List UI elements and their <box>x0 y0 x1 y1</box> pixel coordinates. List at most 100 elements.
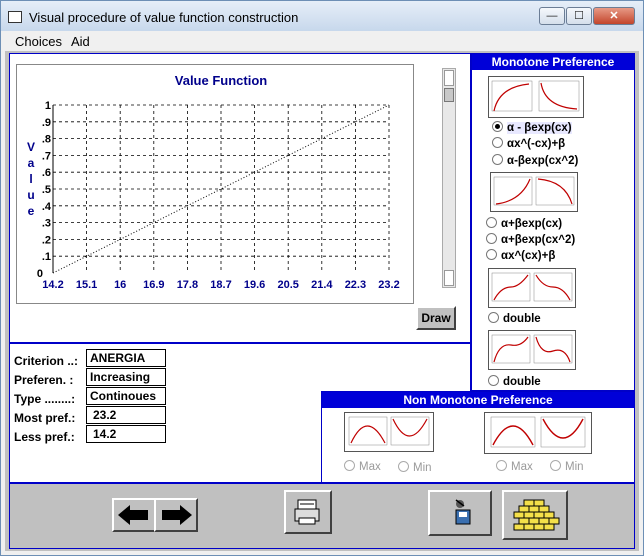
monotone-panel: Monotone Preference α - βexp(cx) αx^(-cx… <box>471 53 635 391</box>
y-tick-label: .9 <box>42 117 51 129</box>
option-a-minus-bexp[interactable]: α - βexp(cx) <box>492 121 572 134</box>
scroll-down-arrow[interactable] <box>444 270 454 286</box>
non-monotone-panel: Non Monotone Preference Max Min Max Min <box>321 391 635 483</box>
option-a-plus-bexp-cx2[interactable]: α+βexp(cx^2) <box>486 233 575 246</box>
curve-thumb-group-1[interactable] <box>488 76 584 118</box>
back-button[interactable] <box>112 498 156 532</box>
non-monotone-thumb-left[interactable] <box>344 412 434 452</box>
scroll-thumb[interactable] <box>444 88 454 102</box>
option-min-right[interactable]: Min <box>550 460 584 473</box>
menu-bar: Choices Aid <box>5 31 639 51</box>
x-tick-label: 19.6 <box>244 279 265 291</box>
less-pref-value: 14.2 <box>86 425 166 443</box>
export-button[interactable] <box>428 490 492 536</box>
printer-icon <box>294 499 320 525</box>
client-area: Value Function Va l u e 14.2 15.1 16 16.9 17.8 18.… <box>5 51 639 551</box>
x-tick-label: 16.9 <box>143 279 164 291</box>
maximize-button[interactable]: ☐ <box>566 7 592 25</box>
x-tick-label: 17.8 <box>177 279 198 291</box>
radio-button[interactable] <box>488 375 499 386</box>
radio-button[interactable] <box>492 121 503 132</box>
most-pref-label: Most pref.: <box>14 411 76 425</box>
radio-button[interactable] <box>496 460 507 471</box>
option-ax-cx[interactable]: αx^(cx)+β <box>486 249 555 262</box>
wall-button[interactable] <box>502 490 568 540</box>
menu-choices[interactable]: Choices <box>15 34 62 49</box>
y-axis-label-letter: a <box>28 156 35 170</box>
menu-aid[interactable]: Aid <box>71 34 90 49</box>
app-icon <box>8 11 22 23</box>
radio-button[interactable] <box>486 249 497 260</box>
radio-button[interactable] <box>550 460 561 471</box>
type-label: Type ........: <box>14 392 76 406</box>
y-axis-label-letter: V <box>27 140 35 154</box>
x-tick-label: 15.1 <box>76 279 97 291</box>
disk-export-icon <box>455 499 471 525</box>
close-button[interactable]: ✕ <box>593 7 635 25</box>
y-axis-label-letter: u <box>27 188 34 202</box>
print-button[interactable] <box>284 490 332 534</box>
y-tick-label: .1 <box>42 251 51 263</box>
option-double-2[interactable]: double <box>488 375 541 388</box>
window-title: Visual procedure of value function const… <box>29 10 299 25</box>
y-tick-label: .3 <box>42 218 51 230</box>
wall-icon <box>513 499 560 531</box>
vertical-scrollbar[interactable] <box>442 68 456 288</box>
less-pref-label: Less pref.: <box>14 430 75 444</box>
y-tick-label: .8 <box>42 134 51 146</box>
type-value: Continoues <box>86 387 166 405</box>
radio-button[interactable] <box>486 217 497 228</box>
y-tick-label: .4 <box>42 201 52 213</box>
forward-button[interactable] <box>154 498 198 532</box>
minimize-button[interactable]: — <box>539 7 565 25</box>
curve-thumb-group-3[interactable] <box>488 268 576 308</box>
toolbar-panel <box>9 483 635 549</box>
option-ax-neg-cx[interactable]: αx^(-cx)+β <box>492 137 565 150</box>
chart-panel: Value Function Va l u e 14.2 15.1 16 16.9 17.8 18.… <box>9 53 471 343</box>
x-tick-label: 20.5 <box>277 279 298 291</box>
draw-button[interactable]: Draw <box>416 306 456 330</box>
radio-button[interactable] <box>488 312 499 323</box>
curve-thumb-group-4[interactable] <box>488 330 576 370</box>
radio-button[interactable] <box>492 137 503 148</box>
radio-button[interactable] <box>486 233 497 244</box>
x-tick-label: 16 <box>114 279 126 291</box>
y-tick-label: 0 <box>37 268 43 280</box>
radio-button[interactable] <box>492 154 503 165</box>
option-min-left[interactable]: Min <box>398 461 432 474</box>
x-tick-label: 18.7 <box>210 279 231 291</box>
x-tick-label: 21.4 <box>311 279 333 291</box>
criterion-value: ANERGIA <box>86 349 166 367</box>
y-axis-label-letter: l <box>29 172 32 186</box>
x-tick-label: 22.3 <box>345 279 366 291</box>
y-axis-label-letter: e <box>28 204 35 218</box>
option-a-minus-bexp-cx2[interactable]: α-βexp(cx^2) <box>492 154 578 167</box>
preference-value: Increasing <box>86 368 166 386</box>
monotone-title: Monotone Preference <box>472 54 634 70</box>
option-max-left[interactable]: Max <box>344 460 381 473</box>
option-double-1[interactable]: double <box>488 312 541 325</box>
non-monotone-title: Non Monotone Preference <box>322 392 634 408</box>
forward-arrow-icon <box>162 505 192 525</box>
x-tick-label: 23.2 <box>378 279 399 291</box>
back-arrow-icon <box>118 505 148 525</box>
y-tick-label: .7 <box>42 150 51 162</box>
radio-button[interactable] <box>344 460 355 471</box>
value-function-chart: Value Function Value 14.2 15.1 16 16.9 17.8 18.… <box>27 73 400 291</box>
scroll-up-arrow[interactable] <box>444 70 454 86</box>
non-monotone-thumb-right[interactable] <box>484 412 592 454</box>
title-bar: Visual procedure of value function const… <box>1 1 643 31</box>
y-tick-label: 1 <box>45 100 51 112</box>
most-pref-value: 23.2 <box>86 406 166 424</box>
chart-title: Value Function <box>175 73 268 88</box>
y-tick-label: .6 <box>42 167 51 179</box>
x-tick-label: 14.2 <box>42 279 63 291</box>
radio-button[interactable] <box>398 461 409 472</box>
criterion-label: Criterion ..: <box>14 354 79 368</box>
option-max-right[interactable]: Max <box>496 460 533 473</box>
y-tick-label: .5 <box>42 184 51 196</box>
curve-thumb-group-2[interactable] <box>490 172 578 212</box>
option-a-plus-bexp[interactable]: α+βexp(cx) <box>486 217 562 230</box>
main-window: Visual procedure of value function const… <box>0 0 644 556</box>
chart-frame: Value Function Va l u e 14.2 15.1 16 16.9 17.8 18.… <box>16 64 414 304</box>
